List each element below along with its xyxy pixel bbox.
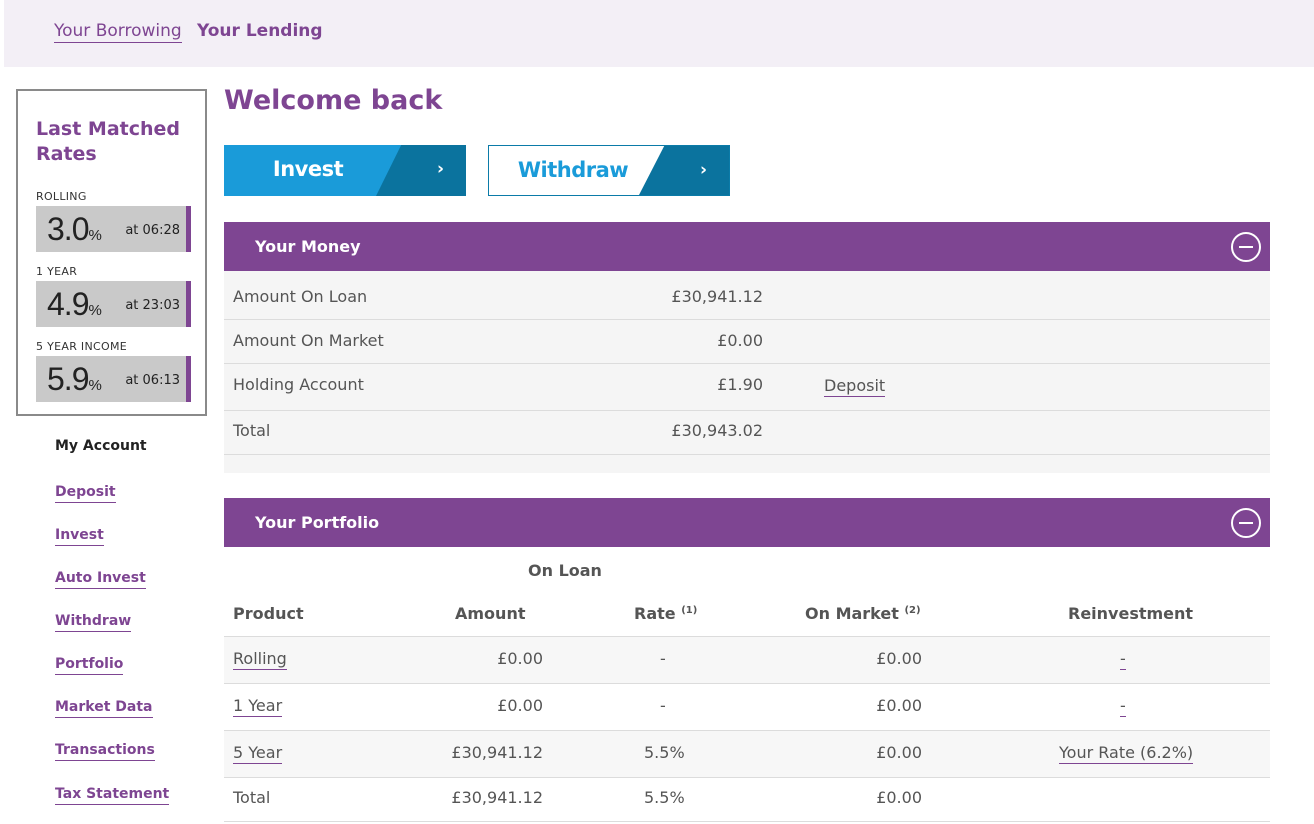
- product-link-rolling[interactable]: Rolling: [233, 649, 287, 670]
- rate-value: 4.9%: [47, 286, 102, 322]
- money-row-on-loan: Amount On Loan £30,941.12: [224, 276, 1270, 320]
- money-label: Total: [233, 421, 271, 440]
- your-portfolio-title: Your Portfolio: [255, 513, 380, 532]
- product-link-1-year[interactable]: 1 Year: [233, 696, 283, 717]
- cell-rate: 5.5%: [644, 743, 685, 762]
- rate-card-5-year-income: 5.9% at 06:13: [36, 356, 191, 402]
- table-row: 1 Year £0.00 - £0.00 -: [224, 684, 1270, 731]
- cell-product: Total: [233, 788, 271, 807]
- side-link-invest[interactable]: Invest: [55, 527, 104, 546]
- col-header-on-market: On Market (2): [805, 604, 921, 623]
- on-loan-group-header: On Loan: [528, 561, 602, 580]
- invest-button-label: Invest: [272, 157, 344, 181]
- rate-label-rolling: ROLLING: [36, 190, 87, 203]
- cell-rate: -: [660, 649, 666, 668]
- side-link-portfolio[interactable]: Portfolio: [55, 656, 124, 675]
- cell-on-market: £0.00: [876, 743, 922, 762]
- table-row-total: Total £30,941.12 5.5% £0.00: [224, 778, 1270, 822]
- col-header-rate: Rate (1): [634, 604, 698, 623]
- rate-time: at 06:28: [125, 223, 180, 238]
- rate-time: at 23:03: [125, 298, 180, 313]
- rate-label-5-year-income: 5 YEAR INCOME: [36, 340, 127, 353]
- chevron-right-icon: ›: [699, 160, 707, 180]
- cell-amount: £0.00: [497, 696, 543, 715]
- invest-button[interactable]: Invest ›: [224, 145, 466, 196]
- your-money-title: Your Money: [255, 237, 361, 256]
- nav-your-borrowing[interactable]: Your Borrowing: [54, 21, 182, 43]
- table-row: Rolling £0.00 - £0.00 -: [224, 637, 1270, 684]
- cell-on-market: £0.00: [876, 696, 922, 715]
- page-title: Welcome back: [224, 85, 443, 116]
- money-value: £0.00: [717, 331, 763, 350]
- money-value: £30,941.12: [671, 287, 763, 306]
- money-label: Amount On Market: [233, 331, 384, 350]
- withdraw-button-label: Withdraw: [517, 158, 629, 182]
- cell-amount: £30,941.12: [451, 788, 543, 807]
- reinvest-link[interactable]: -: [1120, 649, 1126, 670]
- cell-on-market: £0.00: [876, 649, 922, 668]
- side-link-market-data[interactable]: Market Data: [55, 699, 153, 718]
- rates-title: Last Matched Rates: [36, 118, 181, 165]
- col-header-reinvestment: Reinvestment: [1068, 604, 1194, 623]
- side-link-auto-invest[interactable]: Auto Invest: [55, 570, 146, 589]
- withdraw-button[interactable]: Withdraw ›: [488, 145, 730, 196]
- money-row-on-market: Amount On Market £0.00: [224, 320, 1270, 364]
- rate-card-1-year: 4.9% at 23:03: [36, 281, 191, 327]
- money-label: Holding Account: [233, 375, 364, 394]
- money-row-holding-account: Holding Account £1.90 Deposit: [224, 364, 1270, 411]
- product-link-5-year[interactable]: 5 Year: [233, 743, 283, 764]
- last-matched-rates: Last Matched Rates ROLLING 3.0% at 06:28…: [16, 89, 207, 416]
- top-nav: Your Borrowing Your Lending: [4, 0, 1314, 67]
- table-row: 5 Year £30,941.12 5.5% £0.00 Your Rate (…: [224, 731, 1270, 778]
- cell-rate: 5.5%: [644, 788, 685, 807]
- rate-time: at 06:13: [125, 373, 180, 388]
- your-portfolio-header: Your Portfolio: [224, 498, 1270, 547]
- nav-your-lending[interactable]: Your Lending: [197, 21, 323, 41]
- rate-value: 5.9%: [47, 361, 102, 397]
- col-header-amount: Amount: [455, 604, 526, 623]
- reinvest-link-your-rate[interactable]: Your Rate (6.2%): [1059, 743, 1194, 764]
- rate-value: 3.0%: [47, 211, 102, 247]
- cell-amount: £30,941.12: [451, 743, 543, 762]
- collapse-icon[interactable]: [1231, 508, 1261, 538]
- col-header-product: Product: [233, 604, 304, 623]
- side-nav-heading: My Account: [55, 438, 147, 454]
- money-label: Amount On Loan: [233, 287, 368, 306]
- rate-card-rolling: 3.0% at 06:28: [36, 206, 191, 252]
- money-value: £1.90: [717, 375, 763, 394]
- deposit-link[interactable]: Deposit: [824, 376, 886, 397]
- rate-label-1-year: 1 YEAR: [36, 265, 78, 278]
- your-money-header: Your Money: [224, 222, 1270, 271]
- collapse-icon[interactable]: [1231, 232, 1261, 262]
- chevron-right-icon: ›: [436, 159, 444, 179]
- money-row-total: Total £30,943.02: [224, 411, 1270, 455]
- side-link-withdraw[interactable]: Withdraw: [55, 613, 132, 632]
- reinvest-link[interactable]: -: [1120, 696, 1126, 717]
- side-link-tax-statement[interactable]: Tax Statement: [55, 786, 170, 805]
- cell-amount: £0.00: [497, 649, 543, 668]
- side-link-deposit[interactable]: Deposit: [55, 484, 116, 503]
- side-link-transactions[interactable]: Transactions: [55, 742, 155, 761]
- money-value: £30,943.02: [671, 421, 763, 440]
- cell-rate: -: [660, 696, 666, 715]
- cell-on-market: £0.00: [876, 788, 922, 807]
